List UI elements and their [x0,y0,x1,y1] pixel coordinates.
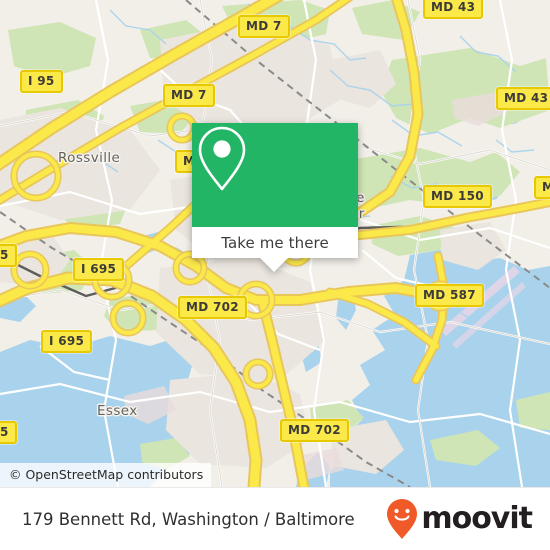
popup-image-area [192,123,358,227]
route-shield: MD 587 [415,284,484,307]
take-me-there-popup[interactable]: Take me there [192,123,358,272]
popup-action-bar[interactable]: Take me there [192,227,358,258]
route-shield: 5 [0,244,17,267]
route-shield: MD 43 [423,0,484,19]
route-shield: MD 702 [280,419,349,442]
osm-attribution[interactable]: © OpenStreetMap contributors [0,463,212,487]
route-shield: MD 7 [163,84,215,107]
route-shield: I 695 [41,330,93,353]
map-canvas[interactable]: MD 7 MD 7 I 95 MD 43 MD 43 MD 150 M MD I… [0,0,550,487]
moovit-wordmark: moovit [421,501,533,536]
moovit-smiling-pin-icon [387,499,418,539]
moovit-map-screenshot: MD 7 MD 7 I 95 MD 43 MD 43 MD 150 M MD I… [0,0,550,550]
route-shield: M [534,176,550,199]
route-shield: MD 702 [178,296,247,319]
address-title: 179 Bennett Rd, Washington / Baltimore [22,509,355,529]
footer-bar: 179 Bennett Rd, Washington / Baltimore m… [0,487,550,550]
location-pin-icon [198,126,246,191]
route-shield: 5 [0,421,17,444]
route-shield: MD 150 [423,185,492,208]
take-me-there-label: Take me there [221,233,329,252]
popup-pointer-tail [260,258,288,272]
moovit-logo[interactable]: moovit [385,498,533,540]
route-shield: I 95 [20,70,63,93]
route-shield: MD 43 [496,87,550,110]
route-shield: I 695 [73,258,125,281]
route-shield: MD 7 [238,15,290,38]
